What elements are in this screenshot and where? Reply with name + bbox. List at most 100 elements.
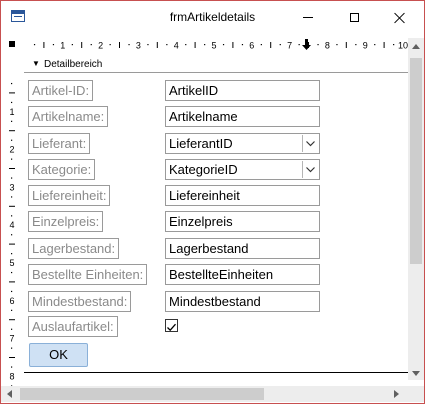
horizontal-ruler[interactable]: 1 2 3 4 5 6 7 8 9 10 bbox=[24, 38, 409, 52]
label-lagerbestand[interactable]: Lagerbestand: bbox=[28, 238, 120, 259]
horizontal-scrollbar[interactable] bbox=[1, 386, 408, 402]
ruler-dot bbox=[11, 158, 13, 160]
ruler-dot bbox=[11, 290, 13, 293]
scroll-left-icon[interactable] bbox=[7, 390, 12, 398]
ruler-dot bbox=[11, 234, 13, 236]
ruler-dot bbox=[11, 215, 13, 217]
minimize-button[interactable] bbox=[285, 1, 331, 34]
ok-button[interactable]: OK bbox=[29, 343, 88, 367]
ruler-marker-icon[interactable] bbox=[302, 39, 311, 50]
ruler-number: 4 bbox=[174, 41, 179, 51]
ruler-dot bbox=[109, 44, 111, 46]
ruler-dot bbox=[11, 120, 13, 122]
maximize-button[interactable] bbox=[331, 1, 377, 34]
ruler-dot bbox=[11, 139, 13, 141]
ruler-dot bbox=[33, 44, 36, 46]
ruler-dot bbox=[11, 328, 13, 330]
ruler-dot bbox=[393, 44, 395, 46]
ruler-number: 9 bbox=[363, 41, 368, 51]
vertical-scrollbar[interactable] bbox=[408, 38, 424, 380]
ruler-dot bbox=[11, 347, 13, 349]
ruler-number: 8 bbox=[9, 371, 14, 381]
ruler-dot bbox=[52, 44, 55, 46]
ruler-number: 3 bbox=[136, 41, 141, 51]
horizontal-scroll-thumb[interactable] bbox=[20, 388, 264, 400]
checkbox-auslaufartikel[interactable] bbox=[165, 319, 178, 332]
ruler-number: 1 bbox=[9, 107, 14, 117]
ruler-number: 5 bbox=[211, 41, 216, 51]
close-icon bbox=[394, 12, 406, 24]
ruler-number: 7 bbox=[287, 41, 292, 51]
detail-section-header[interactable]: ▼ Detailbereich bbox=[24, 58, 408, 73]
label-artikel-id[interactable]: Artikel-ID: bbox=[28, 80, 94, 101]
ruler-dot bbox=[336, 44, 338, 46]
close-button[interactable] bbox=[377, 1, 423, 34]
combobox-value: LieferantID bbox=[169, 136, 233, 151]
ruler-number: 2 bbox=[98, 41, 103, 51]
textbox-mindestbestand[interactable]: Mindestbestand bbox=[165, 291, 320, 312]
ruler-number: 4 bbox=[9, 220, 14, 230]
textbox-bestellte-einheiten[interactable]: BestellteEinheiten bbox=[165, 264, 320, 285]
ruler-number: 3 bbox=[9, 182, 14, 192]
ruler-dot bbox=[185, 44, 187, 46]
scrollbar-corner bbox=[408, 386, 424, 402]
section-label: Detailbereich bbox=[44, 59, 103, 70]
ruler-dot bbox=[11, 271, 13, 274]
ruler-dot bbox=[374, 44, 376, 46]
ruler-number: 2 bbox=[9, 145, 14, 155]
label-lieferant[interactable]: Lieferant: bbox=[28, 133, 91, 154]
maximize-icon bbox=[349, 13, 359, 22]
ruler-dot bbox=[11, 253, 13, 255]
label-artikelname[interactable]: Artikelname: bbox=[28, 106, 109, 127]
ruler-dot bbox=[11, 309, 13, 311]
title-bar[interactable]: frmArtikeldetails bbox=[1, 1, 424, 34]
ruler-dot bbox=[355, 44, 357, 46]
label-einzelpreis[interactable]: Einzelpreis: bbox=[28, 211, 104, 232]
ruler-dot bbox=[90, 44, 92, 46]
textbox-artikelname[interactable]: Artikelname bbox=[165, 106, 320, 127]
ruler-number: 10 bbox=[398, 41, 408, 51]
scroll-up-icon[interactable] bbox=[412, 44, 420, 49]
label-liefereinheit[interactable]: Liefereinheit: bbox=[28, 185, 111, 206]
ruler-dot bbox=[298, 44, 300, 46]
ruler-dot bbox=[11, 366, 13, 368]
textbox-einzelpreis[interactable]: Einzelpreis bbox=[165, 211, 320, 232]
ruler-dot bbox=[222, 44, 225, 46]
ruler-number: 6 bbox=[9, 296, 14, 306]
ruler-dot bbox=[71, 44, 73, 46]
label-mindestbestand[interactable]: Mindestbestand: bbox=[28, 291, 132, 312]
ruler-dot bbox=[166, 44, 168, 46]
ruler-dot bbox=[11, 177, 13, 179]
ruler-dot bbox=[317, 44, 319, 46]
label-kategorie[interactable]: Kategorie: bbox=[28, 159, 96, 180]
form-icon[interactable] bbox=[11, 10, 25, 22]
chevron-down-icon[interactable] bbox=[302, 161, 318, 178]
ruler-dot bbox=[241, 44, 244, 46]
chevron-down-icon[interactable] bbox=[302, 135, 318, 152]
form-selector[interactable] bbox=[7, 38, 17, 50]
scroll-right-icon[interactable] bbox=[394, 390, 399, 398]
vertical-ruler[interactable]: 1 2 3 4 5 6 7 8 bbox=[5, 60, 19, 400]
combobox-kategorie[interactable]: KategorieID bbox=[165, 159, 320, 180]
textbox-lagerbestand[interactable]: Lagerbestand bbox=[165, 238, 320, 259]
textbox-liefereinheit[interactable]: Liefereinheit bbox=[165, 185, 320, 206]
minimize-icon bbox=[303, 17, 313, 18]
textbox-artikel-id[interactable]: ArtikelID bbox=[165, 80, 320, 101]
section-arrow-icon: ▼ bbox=[32, 59, 40, 68]
label-bestellte-einheiten[interactable]: Bestellte Einheiten: bbox=[28, 264, 148, 285]
scroll-down-icon[interactable] bbox=[412, 371, 420, 376]
checkmark-icon bbox=[167, 323, 176, 332]
detail-section: Artikel-ID: ArtikelID Artikelname: Artik… bbox=[24, 73, 409, 373]
access-form-window: frmArtikeldetails 1 2 3 4 5 6 7 8 9 10 1 2 3 4 5 6 7 8 ▼… bbox=[0, 0, 425, 404]
design-view-area: 1 2 3 4 5 6 7 8 9 10 1 2 3 4 5 6 7 8 ▼ Detailbereich Art… bbox=[1, 34, 424, 403]
vertical-scroll-thumb[interactable] bbox=[410, 58, 422, 264]
ruler-dot bbox=[11, 82, 13, 85]
combobox-lieferant[interactable]: LieferantID bbox=[165, 133, 320, 154]
label-auslaufartikel[interactable]: Auslaufartikel: bbox=[28, 316, 118, 337]
ruler-number: 7 bbox=[9, 334, 14, 344]
ruler-dot bbox=[11, 101, 13, 104]
ruler-dot bbox=[128, 44, 130, 46]
ruler-dot bbox=[204, 44, 206, 46]
ruler-number: 1 bbox=[60, 41, 65, 51]
ruler-dot bbox=[260, 44, 262, 46]
